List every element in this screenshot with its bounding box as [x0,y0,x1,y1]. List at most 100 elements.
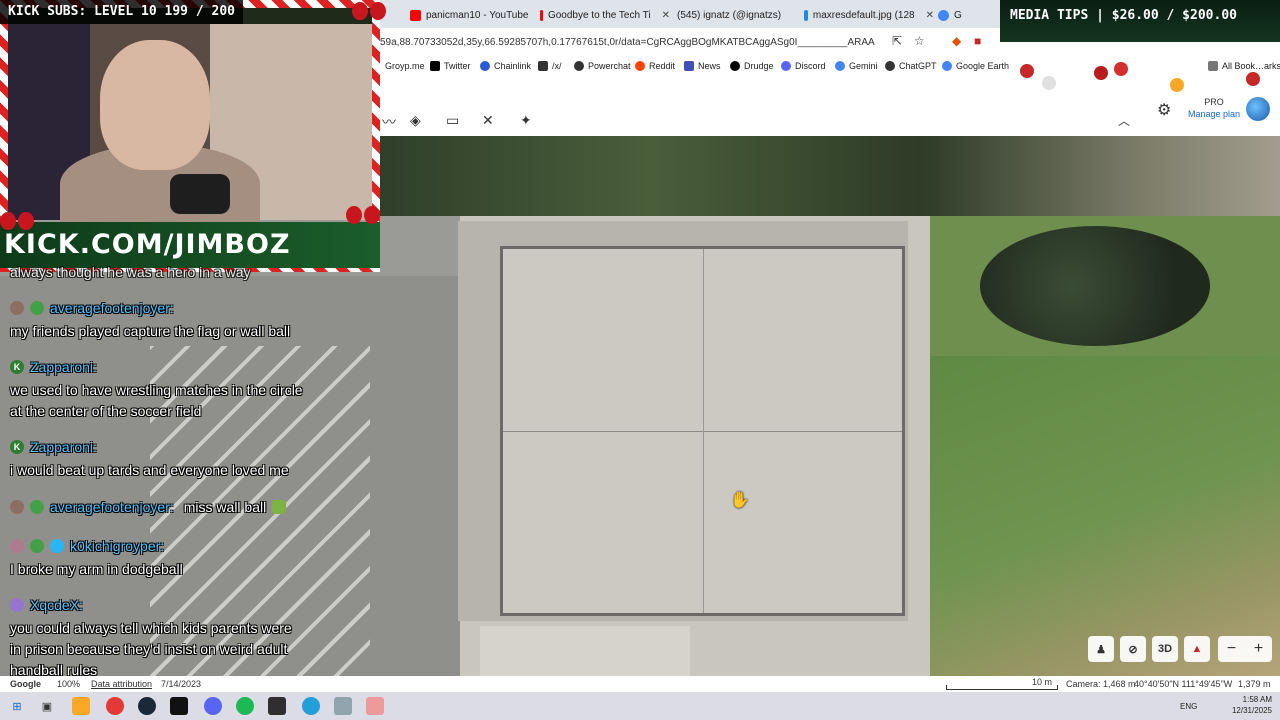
earth-icon [942,61,952,71]
app-icon[interactable] [366,697,384,715]
bookmark-google-earth[interactable]: Google Earth [942,61,1009,71]
obs-icon[interactable] [268,697,286,715]
tab-image[interactable]: maxresdefault.jpg (128 ✕ [804,4,934,26]
discord-icon[interactable] [204,697,222,715]
elevation: 1,379 m [1238,679,1271,689]
telegram-icon[interactable] [302,697,320,715]
gear-icon[interactable]: ⚙ [1157,100,1171,120]
chat-username: K Zapparoni: [10,359,97,375]
earth-icon [938,9,949,21]
ornament-icon [1170,78,1184,92]
bookmark-drudge[interactable]: Drudge [730,61,774,71]
chat-message-text: i would beat up tards and everyone loved… [10,462,289,478]
task-view-icon[interactable]: ▣ [38,697,56,715]
chat-username: K Zapparoni: [10,439,97,455]
close-tab-icon[interactable]: ✕ [926,10,934,21]
bookmark-news[interactable]: News [684,61,721,71]
zoom-level: 100% [57,679,81,689]
file-explorer-icon[interactable] [72,697,90,715]
kick-badge-icon: K [10,360,24,374]
youtube-icon [540,9,543,21]
verified-badge-icon [50,539,64,553]
tab-youtube-tech[interactable]: Goodbye to the Tech Ti ✕ [540,4,670,26]
all-bookmarks[interactable]: All Book…arks [1208,61,1280,71]
discord-icon [781,61,791,71]
scale-label: 10 m [1032,677,1053,687]
data-attribution-link[interactable]: Data attribution [91,679,152,689]
north-arrow-icon[interactable]: ▲ [1184,636,1210,662]
chat-message-text: always thought he was a hero in a way [10,264,251,280]
user-avatar-badge [10,539,24,553]
frog-emote-icon [272,500,287,514]
ornament-icon [1246,72,1260,86]
tools-icon[interactable]: ✕ [482,112,494,129]
google-logo: Google [10,679,41,689]
pegman-icon[interactable]: ♟ [1088,636,1114,662]
zoom-in-button[interactable]: + [1254,640,1263,658]
bookmark-gemini[interactable]: Gemini [835,61,878,71]
avatar[interactable] [1246,97,1270,121]
tree-cluster [980,226,1210,346]
bookmark-reddit[interactable]: Reddit [635,61,675,71]
compass-icon[interactable]: ⊘ [1120,636,1146,662]
system-clock[interactable]: 1:58 AM 12/31/2025 [1232,694,1272,716]
chat-message-text: miss wall ball [183,499,267,515]
folder-icon [1208,61,1218,71]
layers-icon[interactable]: ◈ [410,112,421,129]
install-icon[interactable]: ⇱ [892,34,902,48]
bookmark-x-board[interactable]: /x/ [538,61,562,71]
chat-message-text: we used to have wrestling matches in the… [10,382,303,398]
bookmark-twitter[interactable]: Twitter [430,61,471,71]
extension-icon[interactable]: ◆ [952,34,961,48]
zoom-out-button[interactable]: − [1227,640,1236,658]
camera-altitude: Camera: 1,468 m [1066,679,1136,689]
app-icon[interactable] [334,697,352,715]
chat-username: XqcdeX: [10,597,83,613]
tree-canopy [380,136,1280,216]
steam-icon[interactable] [138,697,156,715]
extension-icon[interactable]: ■ [974,34,981,48]
star-icon[interactable]: ☆ [914,34,925,48]
bookmark-powerchat[interactable]: Powerchat [574,61,631,71]
sub-badge-icon [30,500,44,514]
hand-cursor-icon: ✋ [730,492,750,509]
user-avatar-badge [10,301,24,315]
bookmark-chainlink[interactable]: Chainlink [480,61,531,71]
news-icon [684,61,694,71]
taskbar: ⊞ ▣ ENG 1:58 AM 12/31/2025 [0,692,1280,720]
manage-plan-link[interactable]: Manage plan [1188,109,1240,119]
chevron-up-icon[interactable]: ︿ [1118,112,1130,129]
chat-username: averagefootenjoyer: [10,300,174,316]
map-status-bar: Google 100% Data attribution 7/14/2023 1… [0,676,1280,692]
map-controls: ♟ ⊘ 3D ▲ [1088,636,1210,664]
language-indicator[interactable]: ENG [1180,702,1197,711]
toggle-3d-button[interactable]: 3D [1152,636,1178,662]
drudge-icon [730,61,740,71]
sub-badge-icon [30,539,44,553]
bookmark-discord[interactable]: Discord [781,61,826,71]
close-tab-icon[interactable]: ✕ [662,10,670,21]
chrome-icon[interactable] [106,697,124,715]
sparkle-icon[interactable]: ✦ [520,112,532,129]
ruler-icon[interactable]: ▭ [446,112,459,129]
spotify-icon[interactable] [236,697,254,715]
terminal-icon[interactable] [170,697,188,715]
ornament-icon [1114,62,1128,76]
chat-message-text: at the center of the soccer field [10,403,202,419]
bookmark-chatgpt[interactable]: ChatGPT [885,61,937,71]
chat-message-text: my friends played capture the flag or wa… [10,323,291,339]
bookmark-groyp[interactable]: Groyp.me [385,61,425,71]
path-tool-icon[interactable]: 〰 [382,112,396,132]
ornament-icon [1020,64,1034,78]
coordinates: 40°40'50"N 111°49'45"W [1134,679,1233,689]
tab-x-ignatz[interactable]: (545) ignatz (@ignatzs) ✕ [672,4,792,26]
tab-youtube-panicman[interactable]: panicman10 - YouTube [410,4,550,26]
kick-badge-icon: K [10,440,24,454]
tab-google-earth[interactable]: G [938,4,978,26]
start-icon[interactable]: ⊞ [8,697,26,715]
bolt-icon [574,61,584,71]
zoom-controls: − + [1218,636,1272,662]
bow-icon [352,0,386,26]
chat-username: averagefootenjoyer: miss wall ball [10,499,287,515]
url-text[interactable]: 59a,88.70733052d,35y,66.59285707h,0.1776… [380,37,875,48]
